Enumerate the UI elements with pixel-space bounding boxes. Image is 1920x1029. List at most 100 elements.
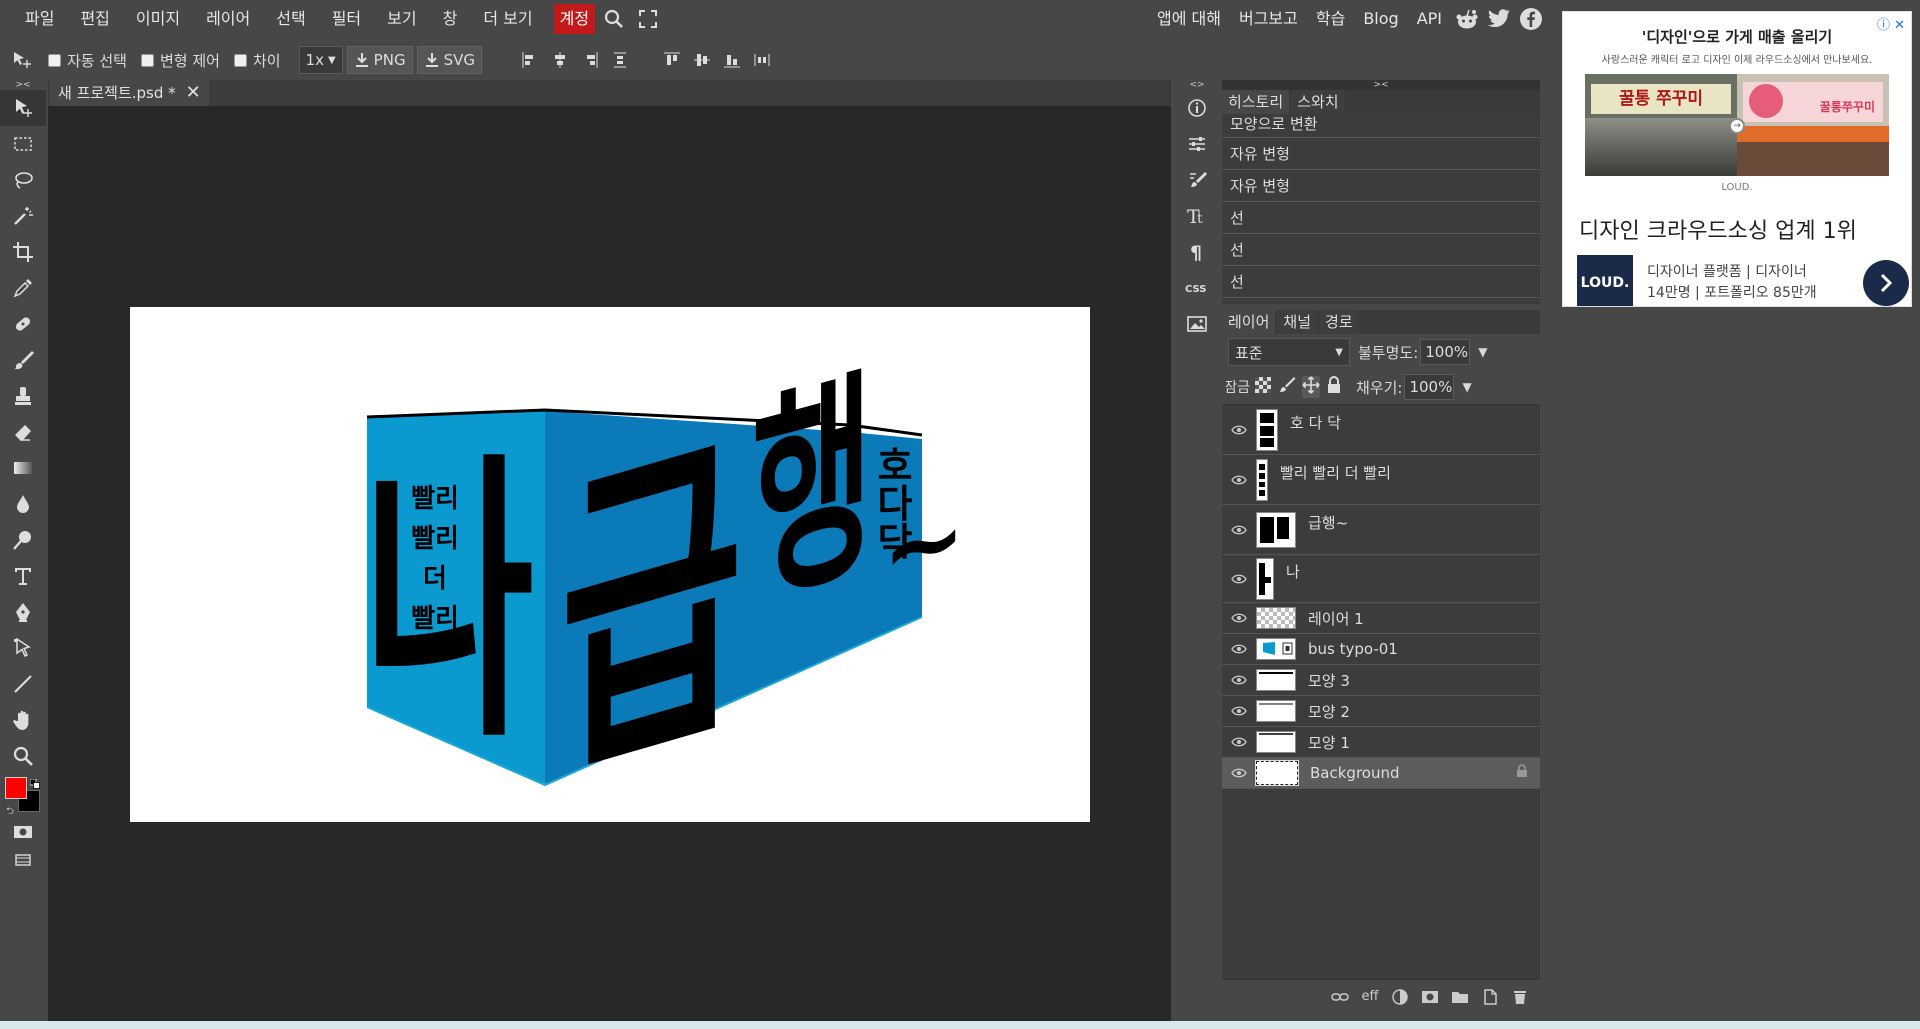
collapse-toggle[interactable]: ><: [1222, 80, 1540, 90]
menu-api[interactable]: API: [1408, 4, 1451, 34]
close-icon[interactable]: ✕: [186, 80, 201, 106]
fill-dropdown-icon[interactable]: ▼: [1462, 380, 1471, 394]
lock-transparency-icon[interactable]: [1254, 376, 1272, 398]
character-panel-button[interactable]: Tt: [1173, 198, 1221, 234]
menu-more[interactable]: 더 보기: [470, 4, 545, 34]
layer-row[interactable]: bus typo-01: [1222, 634, 1540, 665]
align-left-icon[interactable]: [518, 48, 542, 72]
auto-select-checkbox[interactable]: 자동 선택: [48, 50, 127, 71]
adjustment-layer-icon[interactable]: [1390, 987, 1410, 1007]
reset-colors-icon[interactable]: ⮌: [6, 804, 14, 821]
move-tool[interactable]: [0, 90, 46, 126]
crop-tool[interactable]: [0, 234, 46, 270]
export-svg-button[interactable]: SVG: [416, 46, 482, 74]
transform-controls-checkbox[interactable]: 변형 제어: [140, 50, 220, 71]
search-icon[interactable]: [599, 4, 629, 34]
export-png-button[interactable]: PNG: [346, 46, 413, 74]
tab-channels[interactable]: 채널: [1277, 310, 1318, 334]
opacity-input[interactable]: 100%: [1420, 339, 1471, 365]
marquee-tool[interactable]: [0, 126, 46, 162]
history-item[interactable]: 선: [1222, 202, 1540, 234]
menu-view[interactable]: 보기: [374, 4, 429, 34]
blend-mode-select[interactable]: 표준 ▼: [1228, 338, 1350, 366]
eye-icon[interactable]: [1222, 644, 1256, 654]
menu-edit[interactable]: 편집: [67, 4, 122, 34]
history-item[interactable]: 선: [1222, 266, 1540, 298]
layer-row-background[interactable]: Background: [1222, 758, 1540, 789]
layer-row[interactable]: 나: [1222, 555, 1540, 603]
menu-learn[interactable]: 학습: [1307, 4, 1354, 34]
menu-image[interactable]: 이미지: [123, 4, 193, 34]
layer-row[interactable]: 호 다 닥: [1222, 405, 1540, 455]
line-tool[interactable]: [0, 666, 46, 702]
ad-title[interactable]: 디자인 크라우드소싱 업계 1위: [1579, 213, 1911, 245]
layer-row[interactable]: 모양 3: [1222, 665, 1540, 696]
distances-checkbox[interactable]: 차이: [233, 50, 281, 71]
fill-input[interactable]: 100%: [1404, 374, 1455, 400]
history-item[interactable]: 자유 변형: [1222, 170, 1540, 202]
align-top-icon[interactable]: [660, 48, 684, 72]
new-folder-icon[interactable]: [1450, 987, 1470, 1007]
history-item[interactable]: 자유 변형: [1222, 138, 1540, 170]
menu-bug-report[interactable]: 버그보고: [1230, 4, 1307, 34]
layer-row[interactable]: 모양 1: [1222, 727, 1540, 758]
path-select-tool[interactable]: [0, 630, 46, 666]
menu-about[interactable]: 앱에 대해: [1148, 4, 1230, 34]
reddit-icon[interactable]: [1452, 4, 1482, 34]
link-layers-icon[interactable]: [1330, 987, 1350, 1007]
eyedropper-tool[interactable]: [0, 270, 46, 306]
collapse-toggle[interactable]: ><: [0, 80, 46, 90]
align-right-icon[interactable]: [578, 48, 602, 72]
type-tool[interactable]: [0, 558, 46, 594]
info-panel-button[interactable]: [1173, 90, 1221, 126]
eye-icon[interactable]: [1222, 768, 1256, 778]
healing-brush-tool[interactable]: [0, 306, 46, 342]
history-item[interactable]: 선: [1222, 234, 1540, 266]
layer-row[interactable]: 모양 2: [1222, 696, 1540, 727]
ad-choices-icon[interactable]: ⓘ ✕: [1877, 14, 1905, 33]
menu-account[interactable]: 계정: [553, 4, 596, 34]
menu-file[interactable]: 파일: [12, 4, 67, 34]
brush-panel-button[interactable]: [1173, 162, 1221, 198]
tab-layers[interactable]: 레이어: [1222, 310, 1276, 334]
align-bottom-icon[interactable]: [720, 48, 744, 72]
screen-mode-button[interactable]: [0, 846, 46, 874]
zoom-tool[interactable]: [0, 738, 46, 774]
gradient-tool[interactable]: [0, 450, 46, 486]
facebook-icon[interactable]: [1516, 4, 1546, 34]
new-layer-icon[interactable]: [1480, 987, 1500, 1007]
tab-paths[interactable]: 경로: [1319, 310, 1359, 334]
lock-position-icon[interactable]: [1302, 376, 1320, 398]
fullscreen-icon[interactable]: [633, 4, 663, 34]
layer-mask-icon[interactable]: [1420, 987, 1440, 1007]
delete-layer-icon[interactable]: [1510, 987, 1530, 1007]
paragraph-panel-button[interactable]: ¶: [1173, 234, 1221, 270]
layer-row[interactable]: 급행~: [1222, 505, 1540, 555]
eye-icon[interactable]: [1222, 425, 1256, 435]
lock-pixels-icon[interactable]: [1278, 376, 1296, 398]
pen-tool[interactable]: [0, 594, 46, 630]
foreground-color[interactable]: [5, 777, 27, 799]
scale-select[interactable]: 1x ▼: [298, 46, 343, 74]
lock-all-icon[interactable]: [1326, 376, 1342, 398]
menu-layer[interactable]: 레이어: [193, 4, 263, 34]
tab-swatches[interactable]: 스와치: [1291, 90, 1345, 114]
opacity-dropdown-icon[interactable]: ▼: [1478, 345, 1487, 359]
menu-window[interactable]: 창: [430, 4, 471, 34]
image-panel-button[interactable]: [1173, 306, 1221, 342]
eye-icon[interactable]: [1222, 675, 1256, 685]
dodge-tool[interactable]: [0, 522, 46, 558]
advertisement[interactable]: ⓘ ✕ '디자인'으로 가게 매출 올리기 사랑스러운 캐릭터 로고 디자인 이…: [1562, 11, 1912, 307]
distribute-v-icon[interactable]: [750, 48, 774, 72]
quick-mask-button[interactable]: [0, 818, 46, 846]
blur-tool[interactable]: [0, 486, 46, 522]
swap-colors-icon[interactable]: [29, 774, 40, 789]
eye-icon[interactable]: [1222, 525, 1256, 535]
distribute-h-icon[interactable]: [608, 48, 632, 72]
document-tab[interactable]: 새 프로젝트.psd * ✕: [50, 80, 209, 106]
document-canvas[interactable]: 나 빨리 빨리 더 빨리 급 행 ~ 호 다 닥: [130, 307, 1090, 822]
eye-icon[interactable]: [1222, 706, 1256, 716]
layer-row[interactable]: 빨리 빨리 더 빨리: [1222, 455, 1540, 505]
align-center-h-icon[interactable]: [548, 48, 572, 72]
tab-history[interactable]: 히스토리: [1222, 90, 1290, 114]
